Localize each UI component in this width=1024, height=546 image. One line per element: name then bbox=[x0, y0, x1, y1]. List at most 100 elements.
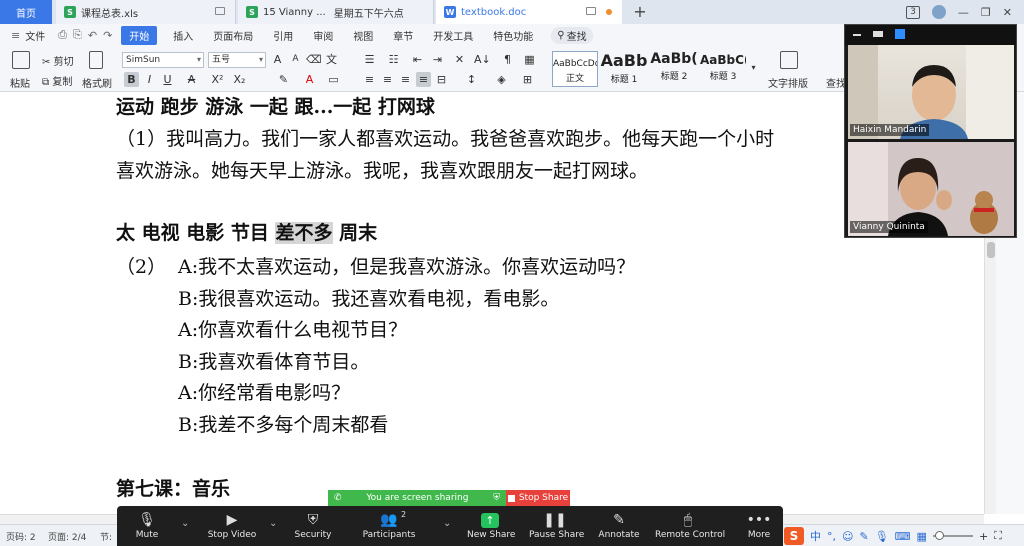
menu-insert[interactable]: 插入 bbox=[163, 28, 203, 43]
clear-format-icon[interactable]: ⌫ bbox=[306, 52, 322, 67]
participants-chevron-icon[interactable]: ⌄ bbox=[443, 518, 451, 529]
tab-vianny-schedule[interactable]: S 15 Vianny ... 星期五下午六点 bbox=[238, 0, 434, 24]
minimize-video-icon[interactable] bbox=[853, 34, 861, 36]
window-count-badge[interactable]: 3 bbox=[906, 5, 920, 19]
numbering-icon[interactable]: ☷ bbox=[386, 52, 401, 67]
keyboard-icon[interactable]: ⌨ bbox=[895, 530, 911, 543]
menu-view[interactable]: 视图 bbox=[343, 28, 383, 43]
microphone-icon[interactable]: 🎙 bbox=[875, 530, 889, 543]
line-spacing-icon[interactable]: ↕ bbox=[464, 72, 479, 87]
pen-icon[interactable]: ✎ bbox=[859, 530, 868, 543]
menu-section[interactable]: 章节 bbox=[383, 28, 423, 43]
new-tab-button[interactable]: + bbox=[630, 2, 650, 22]
show-marks-icon[interactable]: ¶ bbox=[500, 52, 515, 67]
styles-scroll-icon[interactable]: ▾ bbox=[746, 60, 761, 75]
chinese-layout-icon[interactable]: ✕ bbox=[452, 52, 467, 67]
style-heading-2[interactable]: AaBb( 标题 2 bbox=[650, 51, 698, 87]
paste-button[interactable]: 粘贴 bbox=[10, 75, 30, 90]
emoji-icon[interactable]: ☺ bbox=[842, 530, 853, 543]
menu-dev-tools[interactable]: 开发工具 bbox=[423, 28, 483, 43]
table-borders-icon[interactable]: ⊞ bbox=[520, 72, 535, 87]
style-heading-1[interactable]: AaBb 标题 1 bbox=[600, 51, 648, 87]
security-button[interactable]: ⛨ Security bbox=[291, 510, 335, 544]
punctuation-icon[interactable]: °, bbox=[827, 530, 836, 543]
hide-video-icon[interactable] bbox=[873, 31, 883, 37]
gallery-view-icon[interactable] bbox=[895, 29, 905, 39]
fullscreen-icon[interactable]: ⛶ bbox=[994, 529, 1002, 543]
tab-course-schedule[interactable]: S 课程总表.xls bbox=[56, 0, 236, 24]
distribute-icon[interactable]: ⊟ bbox=[434, 72, 449, 87]
document-canvas[interactable]: 运动 跑步 游泳 一起 跟...一起 打网球 （1）我叫高力。我们一家人都喜欢运… bbox=[0, 92, 984, 514]
paste-icon[interactable] bbox=[12, 51, 30, 69]
format-painter-button[interactable]: 格式刷 bbox=[82, 75, 112, 90]
copy-button[interactable]: ⧉ 复制 bbox=[42, 73, 72, 88]
redo-icon[interactable]: ↷ bbox=[100, 29, 115, 42]
menu-review[interactable]: 审阅 bbox=[303, 28, 343, 43]
grow-font-icon[interactable]: A bbox=[270, 52, 285, 67]
menu-file[interactable]: 文件 bbox=[23, 28, 55, 43]
video-tile-student[interactable]: Vianny Quininta bbox=[848, 142, 1014, 236]
minimize-icon[interactable]: — bbox=[958, 6, 969, 19]
print-icon[interactable]: ⎘ bbox=[70, 28, 85, 42]
sogou-ime-icon[interactable]: S bbox=[784, 527, 804, 545]
menu-search[interactable]: ⚲ 查找 bbox=[551, 26, 593, 44]
align-right-icon[interactable]: ≡ bbox=[398, 72, 413, 87]
selected-text[interactable]: 差不多 bbox=[275, 222, 333, 244]
indent-icon[interactable]: ⇥ bbox=[430, 52, 445, 67]
text-layout-icon[interactable] bbox=[780, 51, 798, 69]
status-page-count[interactable]: 页面: 2/4 bbox=[48, 530, 86, 543]
shading-icon[interactable]: ◈ bbox=[494, 72, 509, 87]
style-heading-3[interactable]: AaBbC( 标题 3 bbox=[700, 51, 746, 87]
sort-icon[interactable]: A↓ bbox=[474, 52, 491, 67]
subscript-button[interactable]: X₂ bbox=[232, 72, 247, 87]
highlight-icon[interactable]: ✎ bbox=[276, 72, 291, 87]
shrink-font-icon[interactable]: A bbox=[288, 52, 303, 67]
bullets-icon[interactable]: ☰ bbox=[362, 52, 377, 67]
format-painter-icon[interactable] bbox=[89, 51, 103, 69]
restore-icon[interactable]: ❐ bbox=[981, 6, 991, 19]
mute-button[interactable]: 🎙 Mute bbox=[127, 510, 167, 544]
scroll-thumb[interactable] bbox=[987, 242, 995, 258]
outdent-icon[interactable]: ⇤ bbox=[410, 52, 425, 67]
font-name-select[interactable]: SimSun bbox=[122, 52, 204, 68]
text-layout-button[interactable]: 文字排版 bbox=[768, 75, 808, 90]
phonetic-icon[interactable]: 文 bbox=[324, 52, 339, 67]
ime-mode[interactable]: 中 bbox=[810, 528, 821, 544]
stop-video-button[interactable]: ▶ Stop Video bbox=[205, 510, 259, 544]
apps-icon[interactable]: ▦ bbox=[917, 530, 927, 543]
align-left-icon[interactable]: ≡ bbox=[362, 72, 377, 87]
superscript-button[interactable]: X² bbox=[210, 72, 225, 87]
underline-button[interactable]: U bbox=[160, 72, 175, 87]
save-icon[interactable]: ⎙ bbox=[55, 28, 70, 42]
menu-page-layout[interactable]: 页面布局 bbox=[203, 28, 263, 43]
remote-control-button[interactable]: 🖱 Remote Control bbox=[655, 510, 725, 544]
align-center-icon[interactable]: ≡ bbox=[380, 72, 395, 87]
cut-button[interactable]: ✂ 剪切 bbox=[42, 53, 74, 68]
user-avatar[interactable] bbox=[931, 5, 946, 19]
annotate-button[interactable]: ✎ Annotate bbox=[597, 510, 641, 544]
font-color-icon[interactable]: A bbox=[302, 72, 317, 87]
video-panel[interactable]: Haixin Mandarin Vianny Quininta bbox=[844, 24, 1017, 238]
menu-start[interactable]: 开始 bbox=[121, 25, 158, 45]
strikethrough-button[interactable]: A bbox=[184, 72, 199, 87]
video-tile-host[interactable]: Haixin Mandarin bbox=[848, 45, 1014, 139]
italic-button[interactable]: I bbox=[142, 72, 157, 87]
participants-button[interactable]: 👥 Participants bbox=[361, 510, 417, 544]
menu-references[interactable]: 引用 bbox=[263, 28, 303, 43]
video-options-chevron-icon[interactable]: ⌄ bbox=[269, 518, 277, 529]
char-border-icon[interactable]: ▭ bbox=[326, 72, 341, 87]
font-size-select[interactable]: 五号 bbox=[208, 52, 266, 68]
undo-icon[interactable]: ↶ bbox=[85, 29, 100, 42]
close-icon[interactable]: ✕ bbox=[1003, 6, 1012, 19]
more-button[interactable]: ••• More bbox=[741, 510, 777, 544]
justify-icon[interactable]: ≡ bbox=[416, 72, 431, 87]
tab-home[interactable]: 首页 bbox=[0, 0, 52, 24]
bold-button[interactable]: B bbox=[124, 72, 139, 87]
audio-options-chevron-icon[interactable]: ⌄ bbox=[181, 518, 189, 529]
style-normal[interactable]: AaBbCcDd 正文 bbox=[552, 51, 598, 87]
find-button[interactable]: 查找 bbox=[826, 75, 846, 90]
stop-share-button[interactable]: Stop Share bbox=[506, 490, 570, 506]
new-share-button[interactable]: ↑ New Share bbox=[467, 510, 515, 544]
menu-special[interactable]: 特色功能 bbox=[483, 28, 543, 43]
zoom-in-button[interactable]: + bbox=[979, 530, 988, 543]
